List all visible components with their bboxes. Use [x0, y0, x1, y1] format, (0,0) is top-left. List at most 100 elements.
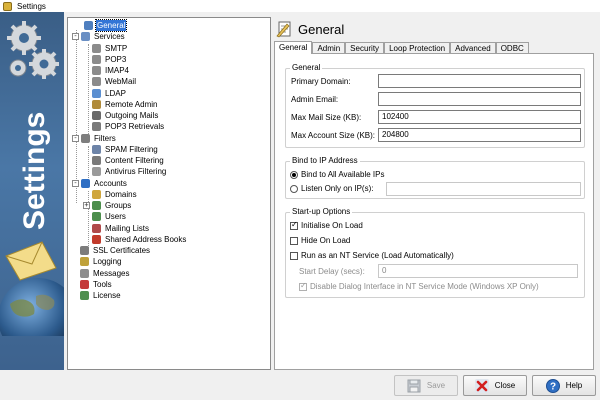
imap4-icon: [92, 66, 101, 75]
pop3-icon: [92, 54, 101, 64]
collapse-icon[interactable]: -: [72, 33, 79, 41]
tree-item-label: Outgoing Mails: [105, 111, 159, 120]
initialise-on-load-label[interactable]: Initialise On Load: [301, 221, 363, 230]
ldap-icon: [92, 88, 101, 98]
tree-item-pop3[interactable]: POP3: [92, 54, 127, 65]
tree-item-accounts[interactable]: - Accounts: [72, 178, 128, 189]
bind-ip-group: Bind to IP Address Bind to All Available…: [285, 156, 585, 199]
primary-domain-label: Primary Domain:: [291, 77, 351, 86]
save-icon: [407, 379, 421, 392]
tree-item-imap4[interactable]: IMAP4: [92, 65, 130, 76]
tree-item-domains[interactable]: Domains: [92, 189, 138, 200]
tree-item-label: Content Filtering: [105, 156, 164, 165]
tab-general[interactable]: General: [274, 41, 313, 54]
run-as-service-label[interactable]: Run as an NT Service (Load Automatically…: [301, 251, 454, 260]
close-icon: [474, 378, 489, 393]
services-icon: [81, 32, 90, 42]
tree-item-label: Domains: [105, 189, 137, 199]
tree-item-label: Remote Admin: [105, 99, 158, 109]
bind-all-radio[interactable]: [290, 170, 298, 179]
listen-only-radio[interactable]: [290, 184, 298, 193]
ssl-certificates-icon: [80, 246, 89, 255]
expand-icon[interactable]: +: [83, 202, 90, 209]
content-filtering-icon: [92, 156, 101, 165]
page-title: General: [298, 21, 345, 37]
tree-item-antivirus-filtering[interactable]: Antivirus Filtering: [92, 166, 167, 177]
tree-item-label: SPAM Filtering: [105, 144, 158, 154]
tree-item-groups[interactable]: + Groups: [83, 200, 132, 211]
disable-dialog-option[interactable]: Disable Dialog Interface in NT Service M…: [299, 281, 539, 291]
general-group: General Primary Domain: Admin Email: Max…: [285, 63, 585, 148]
tree-item-label: POP3: [105, 54, 127, 64]
gears-icon: [7, 21, 59, 79]
tree-item-users[interactable]: Users: [92, 211, 127, 222]
tree-item-remote-admin[interactable]: Remote Admin: [92, 99, 158, 110]
tree-item-content-filtering[interactable]: Content Filtering: [92, 155, 165, 166]
smtp-icon: [92, 43, 101, 53]
max-account-size-input[interactable]: 204800: [378, 128, 581, 142]
tree-item-label: General: [94, 19, 128, 32]
outgoing-mails-icon: [92, 111, 101, 120]
tree-item-logging[interactable]: Logging: [80, 256, 122, 267]
tree-item-label: Users: [105, 212, 126, 222]
tree-item-label: Groups: [105, 201, 132, 210]
listen-only-option[interactable]: Listen Only on IP(s):: [290, 184, 373, 193]
initialise-on-load-option[interactable]: Initialise On Load: [290, 220, 363, 230]
accounts-icon: [81, 178, 90, 188]
bind-all-option[interactable]: Bind to All Available IPs: [290, 170, 384, 179]
listen-only-label[interactable]: Listen Only on IP(s):: [301, 184, 373, 193]
tree-item-label: Shared Address Books: [105, 234, 187, 244]
tree-item-label: Tools: [93, 279, 112, 289]
settings-banner: Settings: [0, 12, 64, 400]
globe-icon: [0, 278, 64, 336]
general-page-icon: [276, 21, 291, 38]
save-button[interactable]: Save: [394, 375, 458, 396]
help-label: Help: [565, 381, 583, 390]
initialise-on-load-checkbox[interactable]: [290, 220, 298, 230]
bind-all-label[interactable]: Bind to All Available IPs: [301, 170, 384, 179]
tree-item-label: Antivirus Filtering: [105, 167, 167, 177]
tree-item-ldap[interactable]: LDAP: [92, 88, 127, 99]
tree-item-filters[interactable]: - Filters: [72, 133, 117, 144]
domains-icon: [92, 189, 101, 199]
tree-item-spam-filtering[interactable]: SPAM Filtering: [92, 144, 159, 155]
tree-item-messages[interactable]: Messages: [80, 268, 130, 279]
hide-on-load-option[interactable]: Hide On Load: [290, 236, 350, 245]
tree-item-label: Services: [94, 32, 125, 42]
hide-on-load-checkbox[interactable]: [290, 236, 298, 245]
tree-item-label: Messages: [93, 268, 130, 278]
run-as-service-checkbox[interactable]: [290, 251, 298, 260]
disable-dialog-label[interactable]: Disable Dialog Interface in NT Service M…: [310, 282, 539, 291]
tree-item-webmail[interactable]: WebMail: [92, 76, 137, 87]
close-button[interactable]: Close: [463, 375, 527, 396]
admin-email-label: Admin Email:: [291, 95, 339, 104]
run-as-service-option[interactable]: Run as an NT Service (Load Automatically…: [290, 251, 454, 260]
tree-item-ssl-certificates[interactable]: SSL Certificates: [80, 245, 151, 256]
disable-dialog-checkbox[interactable]: [299, 281, 307, 291]
help-button[interactable]: ? Help: [532, 375, 596, 396]
users-icon: [92, 212, 101, 222]
tree-item-license[interactable]: License: [80, 290, 122, 301]
tree-item-tools[interactable]: Tools: [80, 279, 113, 290]
tree-item-general[interactable]: General: [84, 19, 128, 32]
settings-tree[interactable]: General - Services SMTP POP3 IMAP4 WebMail LDAP…: [67, 17, 271, 370]
tree-item-mailing-lists[interactable]: Mailing Lists: [92, 223, 150, 234]
tree-item-services[interactable]: - Services: [72, 31, 126, 42]
admin-email-input[interactable]: [378, 92, 581, 106]
collapse-icon[interactable]: -: [72, 179, 79, 187]
primary-domain-input[interactable]: [378, 74, 581, 88]
max-mail-size-input[interactable]: 102400: [378, 110, 581, 124]
admin-email-row: Admin Email:: [291, 95, 338, 104]
hide-on-load-label[interactable]: Hide On Load: [301, 236, 350, 245]
banner-title: Settings: [18, 112, 51, 230]
tree-item-smtp[interactable]: SMTP: [92, 43, 128, 54]
tree-item-label: Mailing Lists: [105, 223, 150, 233]
tree-item-label: SSL Certificates: [93, 246, 151, 255]
start-delay-input[interactable]: 0: [378, 264, 578, 278]
tree-item-outgoing-mails[interactable]: Outgoing Mails: [92, 110, 159, 121]
collapse-icon[interactable]: -: [72, 134, 79, 142]
tree-item-shared-address-books[interactable]: Shared Address Books: [92, 234, 187, 245]
tree-item-pop3-retrievals[interactable]: POP3 Retrievals: [92, 121, 165, 132]
listen-ip-input[interactable]: [386, 182, 581, 196]
start-delay-label: Start Delay (secs):: [299, 267, 365, 276]
